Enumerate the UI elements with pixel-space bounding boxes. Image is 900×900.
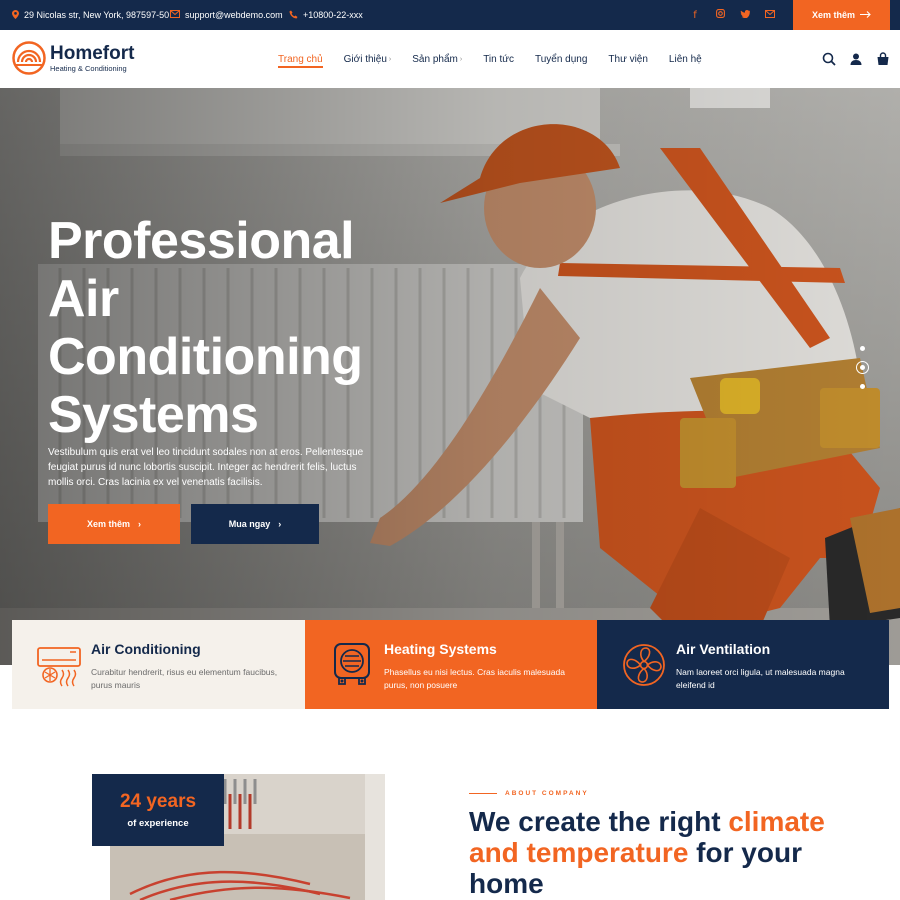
main-header: Homefort Heating & Conditioning Trang ch…	[0, 30, 900, 88]
mail-icon[interactable]	[765, 9, 775, 21]
nav-label: Thư viện	[608, 53, 648, 65]
nav-label: Tin tức	[483, 53, 514, 65]
nav-item-contact[interactable]: Liên hệ	[669, 30, 702, 88]
service-title: Heating Systems	[384, 641, 497, 657]
arrow-right-icon	[860, 10, 871, 20]
nav-item-careers[interactable]: Tuyển dụng	[535, 30, 587, 88]
about-heading: We create the right climate and temperat…	[469, 806, 849, 899]
nav-label: Giới thiệu	[343, 53, 387, 65]
brand-logo[interactable]: Homefort Heating & Conditioning	[12, 41, 134, 75]
main-nav: Trang chủ Giới thiệu › Sản phẩm › Tin tứ…	[278, 30, 702, 88]
nav-item-gallery[interactable]: Thư viện	[608, 30, 648, 88]
envelope-icon	[170, 10, 180, 20]
section-tag: ABOUT COMPANY	[469, 790, 589, 797]
chevron-right-icon: ›	[388, 55, 392, 63]
hero-title-line: Air	[48, 270, 119, 328]
hero-title-line: Professional	[48, 212, 355, 270]
experience-badge: 24 years of experience	[92, 774, 224, 846]
service-description: Nam laoreet orci ligula, ut malesuada ma…	[676, 667, 845, 690]
section-tag-label: ABOUT COMPANY	[505, 790, 589, 797]
instagram-icon[interactable]	[715, 9, 725, 21]
service-title: Air Conditioning	[91, 641, 201, 657]
nav-item-home[interactable]: Trang chủ	[278, 30, 323, 88]
service-cards: Air Conditioning Curabitur hendrerit, ri…	[12, 620, 889, 709]
slider-dots	[856, 346, 869, 389]
header-actions	[822, 30, 890, 88]
button-label: Xem thêm	[86, 519, 130, 529]
chevron-right-icon: ›	[459, 55, 463, 63]
logo-mark-icon	[12, 41, 46, 75]
nav-label: Trang chủ	[278, 53, 323, 65]
nav-item-about[interactable]: Giới thiệu ›	[344, 30, 392, 88]
brand-name: Homefort	[50, 42, 135, 64]
chevron-right-icon: ›	[138, 519, 141, 529]
topbar-cta-label: Xem thêm	[811, 10, 855, 20]
phone-icon	[289, 10, 298, 21]
experience-label: of experience	[127, 818, 189, 829]
hero-title: Professional Air Conditioning Systems	[48, 212, 408, 444]
chevron-right-icon: ›	[278, 519, 282, 529]
top-bar: 29 Nicolas str, New York, 987597-50 supp…	[0, 0, 900, 30]
service-title: Air Ventilation	[676, 641, 771, 657]
service-card-air-ventilation[interactable]: Air Ventilation Nam laoreet orci ligula,…	[597, 620, 889, 709]
location-icon	[12, 9, 19, 21]
button-label: Mua ngay	[228, 519, 271, 529]
learn-more-button[interactable]: Xem thêm ›	[48, 504, 180, 544]
email-info[interactable]: support@webdemo.com	[170, 0, 283, 30]
service-description: Phasellus eu nisi lectus. Cras iaculis m…	[384, 667, 565, 690]
social-links: f	[690, 0, 775, 30]
user-icon[interactable]	[849, 52, 863, 66]
slider-dot[interactable]	[860, 346, 865, 351]
nav-item-products[interactable]: Sản phẩm ›	[412, 30, 462, 88]
nav-label: Tuyển dụng	[534, 53, 588, 65]
phone-text[interactable]: +10800-22-xxx	[303, 10, 363, 20]
slider-dot-active[interactable]	[856, 361, 869, 374]
address-text: 29 Nicolas str, New York, 987597-50	[24, 10, 170, 20]
service-card-air-conditioning[interactable]: Air Conditioning Curabitur hendrerit, ri…	[12, 620, 305, 709]
phone-info[interactable]: +10800-22-xxx	[289, 0, 363, 30]
tag-divider	[469, 793, 497, 794]
topbar-cta-button[interactable]: Xem thêm	[793, 0, 890, 30]
hero-title-line: Systems	[48, 386, 259, 444]
experience-number: 24 years	[119, 791, 197, 812]
brand-tagline: Heating & Conditioning	[50, 63, 127, 73]
facebook-icon[interactable]: f	[690, 10, 700, 21]
nav-item-news[interactable]: Tin tức	[483, 30, 514, 88]
heading-text: home	[469, 868, 544, 899]
service-card-heating-systems[interactable]: Heating Systems Phasellus eu nisi lectus…	[305, 620, 597, 709]
email-text[interactable]: support@webdemo.com	[185, 10, 283, 20]
shopping-bag-icon[interactable]	[876, 52, 890, 66]
buy-now-button[interactable]: Mua ngay ›	[191, 504, 319, 544]
slider-dot[interactable]	[860, 384, 865, 389]
twitter-icon[interactable]	[740, 9, 751, 21]
heading-highlight: and temperature	[469, 837, 689, 868]
fan-icon	[623, 644, 665, 686]
address-info: 29 Nicolas str, New York, 987597-50	[12, 0, 169, 30]
service-description: Curabitur hendrerit, risus eu elementum …	[91, 667, 278, 690]
heading-highlight: climate	[728, 806, 825, 837]
heater-icon	[334, 643, 370, 685]
nav-label: Sản phẩm	[412, 53, 458, 65]
hero-title-line: Conditioning	[48, 328, 363, 386]
hero-section: Professional Air Conditioning Systems Ve…	[0, 88, 900, 665]
air-conditioner-icon	[37, 647, 81, 687]
hero-description: Vestibulum quis erat vel leo tincidunt s…	[48, 447, 364, 488]
heading-text: for your	[688, 837, 802, 868]
nav-label: Liên hệ	[668, 53, 702, 65]
search-icon[interactable]	[822, 52, 836, 66]
heading-text: We create the right	[469, 806, 729, 837]
